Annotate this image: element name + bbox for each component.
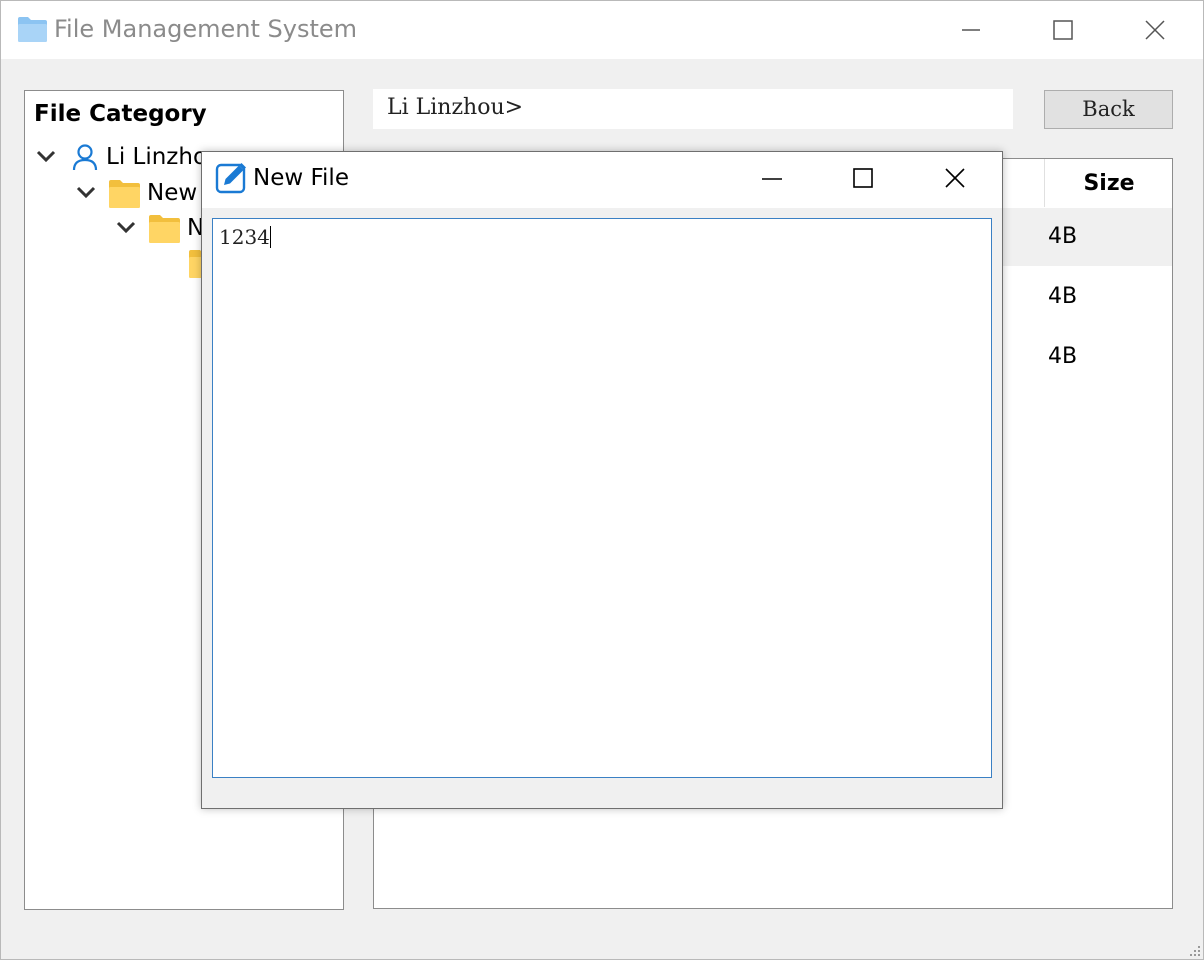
app-title: File Management System bbox=[54, 15, 358, 43]
new-file-dialog[interactable]: New File 1234 bbox=[201, 151, 1003, 809]
file-content-editor[interactable]: 1234 bbox=[212, 218, 992, 778]
path-bar[interactable]: Li Linzhou> bbox=[373, 89, 1013, 129]
editor-content: 1234 bbox=[219, 225, 270, 249]
dialog-title: New File bbox=[253, 165, 349, 191]
maximize-icon bbox=[853, 168, 873, 188]
tree-heading: File Category bbox=[34, 101, 207, 127]
dialog-close-button[interactable] bbox=[925, 152, 985, 208]
dialog-maximize-button[interactable] bbox=[833, 152, 893, 208]
close-icon bbox=[1145, 20, 1165, 40]
user-icon bbox=[72, 144, 98, 171]
size-cell: 4B bbox=[1048, 284, 1078, 309]
minimize-icon bbox=[962, 29, 980, 31]
maximize-button[interactable] bbox=[1033, 1, 1093, 59]
close-button[interactable] bbox=[1125, 1, 1185, 59]
chevron-down-icon[interactable] bbox=[76, 185, 96, 199]
column-header-size[interactable]: Size bbox=[1044, 159, 1173, 207]
back-button[interactable]: Back bbox=[1044, 90, 1173, 129]
maximize-icon bbox=[1053, 20, 1073, 40]
editor-text: 1234 bbox=[219, 225, 271, 249]
chevron-down-icon[interactable] bbox=[36, 149, 56, 163]
folder-icon bbox=[109, 180, 140, 208]
title-bar[interactable]: File Management System bbox=[1, 1, 1203, 59]
size-cell: 4B bbox=[1048, 344, 1078, 369]
minimize-button[interactable] bbox=[941, 1, 1001, 59]
minimize-icon bbox=[762, 178, 782, 180]
chevron-down-icon[interactable] bbox=[116, 220, 136, 234]
dialog-minimize-button[interactable] bbox=[742, 152, 802, 208]
pencil-edit-icon bbox=[215, 163, 246, 194]
text-caret bbox=[269, 226, 271, 248]
size-cell: 4B bbox=[1048, 224, 1078, 249]
path-text: Li Linzhou> bbox=[387, 95, 524, 120]
resize-grip-icon[interactable] bbox=[1189, 945, 1201, 957]
folder-icon bbox=[149, 215, 180, 243]
tree-node-label: New bbox=[147, 180, 198, 206]
folder-icon bbox=[18, 17, 47, 42]
dialog-title-bar[interactable]: New File bbox=[202, 152, 1002, 208]
close-icon bbox=[945, 168, 965, 188]
